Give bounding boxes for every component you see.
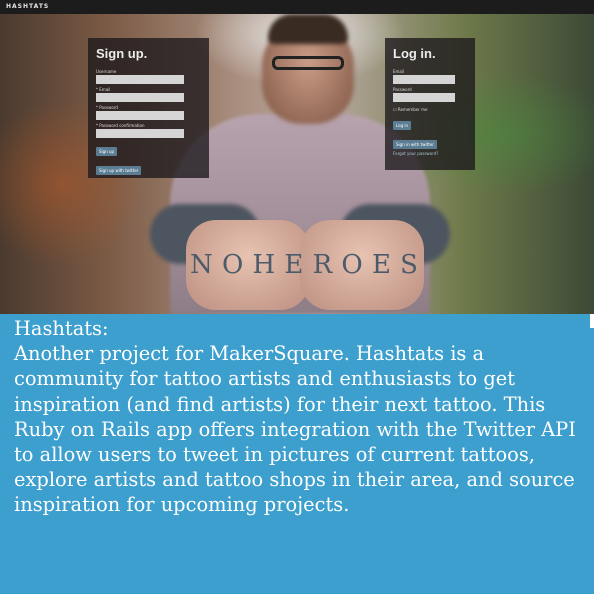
hero-image: N O H E R O E S Sign up. Username * Emai… xyxy=(0,14,594,314)
login-button[interactable]: Log in xyxy=(393,121,412,130)
password-confirmation-input[interactable] xyxy=(96,129,184,138)
login-email-label: Email xyxy=(393,69,405,74)
username-label: Username xyxy=(96,69,117,74)
caption-edge-notch xyxy=(590,314,594,328)
username-input[interactable] xyxy=(96,75,184,84)
project-caption: Hashtats: Another project for MakerSquar… xyxy=(0,314,594,594)
signup-email-input[interactable] xyxy=(96,93,184,102)
caption-body: Another project for MakerSquare. Hashtat… xyxy=(14,342,576,517)
knuckle-letter: O xyxy=(341,250,365,280)
top-nav-bar: HASHTATS xyxy=(0,0,594,14)
caption-heading: Hashtats: xyxy=(14,317,109,340)
knuckle-tattoo: N O H E R O E S xyxy=(190,250,420,290)
brand-logo[interactable]: HASHTATS xyxy=(6,3,49,10)
knuckle-letter: R xyxy=(312,250,335,280)
knuckle-letter: E xyxy=(371,250,393,280)
login-password-label: Password xyxy=(393,87,412,92)
signup-email-label: * Email xyxy=(96,87,111,92)
knuckle-letter: O xyxy=(221,250,246,280)
password-confirmation-label: * Password confirmation xyxy=(96,123,145,128)
login-twitter-button[interactable]: Sign in with twitter xyxy=(393,140,437,149)
signup-panel: Sign up. Username * Email * Password * P… xyxy=(88,38,209,178)
glasses xyxy=(272,56,344,70)
login-panel: Log in. Email Password ☐ Remember me Log… xyxy=(385,38,475,170)
signup-twitter-button[interactable]: Sign up with twitter xyxy=(96,166,142,175)
signup-button[interactable]: Sign up xyxy=(96,147,118,156)
signup-title: Sign up. xyxy=(96,46,148,61)
person-hair xyxy=(268,14,348,44)
signup-password-input[interactable] xyxy=(96,111,184,120)
forgot-password-link[interactable]: Forgot your password? xyxy=(393,151,467,156)
knuckle-letter: N xyxy=(190,250,215,280)
login-password-input[interactable] xyxy=(393,93,455,102)
knuckle-letter: H xyxy=(252,250,278,280)
knuckle-letter: S xyxy=(400,250,420,280)
login-email-input[interactable] xyxy=(393,75,455,84)
login-title: Log in. xyxy=(393,46,436,61)
signup-password-label: * Password xyxy=(96,105,118,110)
knuckle-letter: E xyxy=(284,250,306,280)
